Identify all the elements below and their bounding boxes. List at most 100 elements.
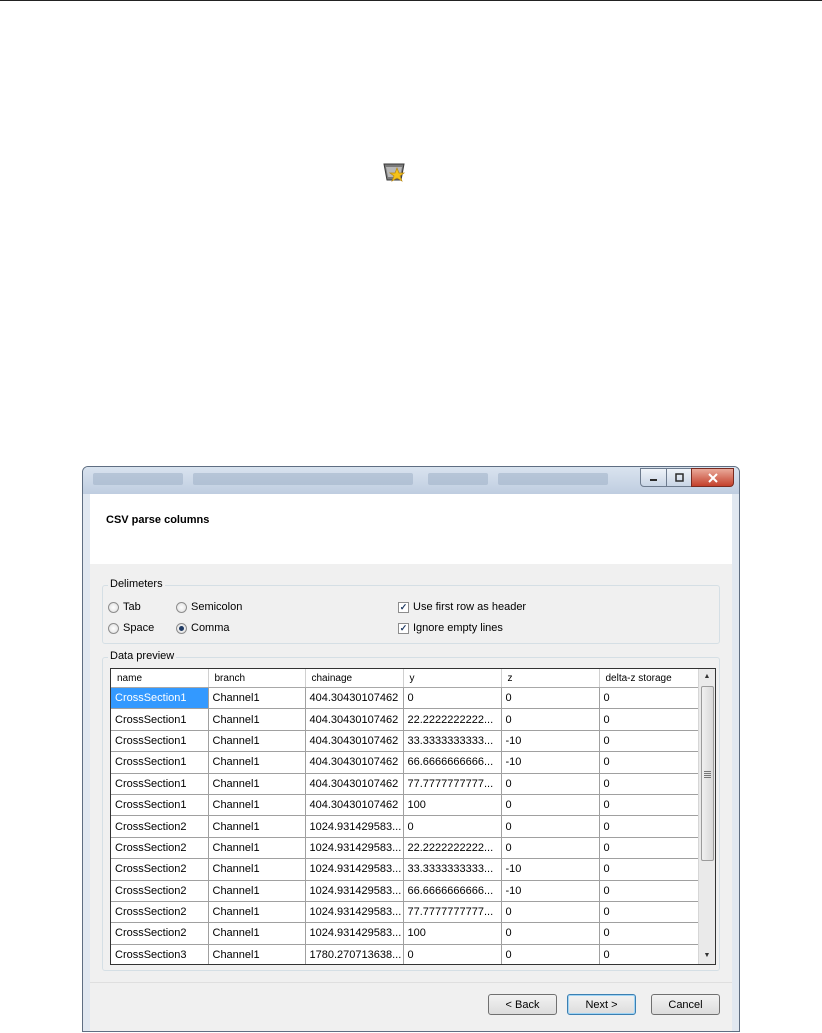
table-cell[interactable]: 0 [501,773,600,795]
table-row[interactable]: CrossSection1 Channel1 404.30430107462 100 0… [111,794,700,817]
table-cell[interactable]: 0 [403,815,502,838]
table-row[interactable]: CrossSection1 Channel1 404.30430107462 77.7… [111,773,700,795]
table-cell[interactable]: 0 [501,837,600,860]
ignore-empty-lines-checkbox[interactable]: ✓ Ignore empty lines [398,622,503,634]
tab-radio-dot[interactable] [108,601,119,613]
table-cell[interactable]: 66.6666666666... [403,751,502,774]
table-row[interactable]: CrossSection2 Channel1 1024.931429583... 33… [111,858,700,881]
column-header-chainage[interactable]: chainage [305,669,404,688]
table-cell[interactable]: 0 [403,687,502,710]
table-cell[interactable]: 0 [599,708,700,731]
table-cell[interactable]: 0 [599,901,700,924]
table-cell[interactable]: 1024.931429583... [305,880,404,902]
table-cell[interactable]: 0 [599,815,700,838]
space-radio[interactable]: Space [108,622,154,634]
column-header-delta-z-storage[interactable]: delta-z storage [599,669,700,688]
column-header-z[interactable]: z [501,669,600,688]
table-cell[interactable]: CrossSection2 [111,901,209,924]
cancel-button[interactable]: Cancel [651,994,720,1015]
table-cell[interactable]: CrossSection1 [111,730,209,753]
minimize-button[interactable] [640,468,667,487]
table-cell[interactable]: 33.3333333333... [403,858,502,881]
table-row[interactable]: CrossSection2 Channel1 1024.931429583... 66… [111,880,700,902]
table-cell[interactable]: 22.2222222222... [403,837,502,860]
table-cell[interactable]: 0 [599,773,700,795]
table-cell[interactable]: 404.30430107462 [305,773,404,795]
scroll-down-arrow-icon[interactable]: ▼ [699,948,715,964]
table-cell[interactable]: Channel1 [208,751,306,774]
table-cell[interactable]: 0 [599,880,700,902]
table-cell[interactable]: 1024.931429583... [305,858,404,881]
scrollbar-thumb[interactable] [701,686,714,861]
table-cell[interactable]: Channel1 [208,858,306,881]
table-cell[interactable]: Channel1 [208,708,306,731]
comma-radio[interactable]: Comma [176,622,230,634]
table-cell[interactable]: -10 [501,858,600,881]
table-cell[interactable]: 1024.931429583... [305,922,404,945]
close-window-button[interactable] [691,468,734,487]
table-cell[interactable]: 1780.270713638... [305,944,404,964]
table-cell[interactable]: CrossSection1 [111,687,209,710]
table-row[interactable]: CrossSection1 Channel1 404.30430107462 0 0 0 [111,687,700,710]
table-row[interactable]: CrossSection3 Channel1 1780.270713638... 0 0… [111,944,700,964]
table-cell[interactable]: CrossSection1 [111,794,209,817]
maximize-button[interactable] [666,468,692,487]
table-cell[interactable]: 1024.931429583... [305,837,404,860]
next-button[interactable]: Next > [567,994,636,1015]
table-cell[interactable]: 0 [599,687,700,710]
table-cell[interactable]: CrossSection2 [111,858,209,881]
space-radio-dot[interactable] [108,622,119,634]
table-cell[interactable]: 0 [501,815,600,838]
table-cell[interactable]: 0 [501,687,600,710]
table-row[interactable]: CrossSection2 Channel1 1024.931429583... 10… [111,922,700,945]
column-header-y[interactable]: y [403,669,502,688]
table-cell[interactable]: 0 [403,944,502,964]
table-cell[interactable]: CrossSection2 [111,837,209,860]
table-cell[interactable]: 0 [599,794,700,817]
table-row[interactable]: CrossSection1 Channel1 404.30430107462 33.3… [111,730,700,753]
table-cell[interactable]: 404.30430107462 [305,687,404,710]
table-cell[interactable]: 66.6666666666... [403,880,502,902]
table-cell[interactable]: Channel1 [208,687,306,710]
table-cell[interactable]: Channel1 [208,880,306,902]
semicolon-radio[interactable]: Semicolon [176,601,242,613]
checkmark-icon[interactable]: ✓ [398,622,409,634]
table-cell[interactable]: -10 [501,751,600,774]
table-row[interactable]: CrossSection2 Channel1 1024.931429583... 0 0… [111,815,700,838]
table-cell[interactable]: -10 [501,730,600,753]
table-cell[interactable]: CrossSection1 [111,708,209,731]
table-cell[interactable]: 404.30430107462 [305,730,404,753]
table-cell[interactable]: 0 [501,944,600,964]
table-cell[interactable]: 0 [501,901,600,924]
table-cell[interactable]: Channel1 [208,944,306,964]
checkmark-icon[interactable]: ✓ [398,601,409,613]
comma-radio-dot[interactable] [176,622,187,634]
back-button[interactable]: < Back [488,994,557,1015]
table-cell[interactable]: Channel1 [208,901,306,924]
table-cell[interactable]: CrossSection2 [111,815,209,838]
use-first-row-header-checkbox[interactable]: ✓ Use first row as header [398,601,526,613]
table-cell[interactable]: 404.30430107462 [305,751,404,774]
table-cell[interactable]: 22.2222222222... [403,708,502,731]
table-cell[interactable]: 0 [599,730,700,753]
table-cell[interactable]: 0 [599,944,700,964]
table-cell[interactable]: 100 [403,922,502,945]
table-cell[interactable]: CrossSection1 [111,751,209,774]
table-cell[interactable]: 100 [403,794,502,817]
table-cell[interactable]: 404.30430107462 [305,708,404,731]
scroll-up-arrow-icon[interactable]: ▲ [699,669,715,685]
table-cell[interactable]: Channel1 [208,815,306,838]
column-header-name[interactable]: name [111,669,209,688]
table-cell[interactable]: 0 [501,794,600,817]
table-cell[interactable]: 404.30430107462 [305,794,404,817]
table-cell[interactable]: Channel1 [208,922,306,945]
table-row[interactable]: CrossSection1 Channel1 404.30430107462 66.6… [111,751,700,774]
table-cell[interactable]: -10 [501,880,600,902]
vertical-scrollbar[interactable]: ▲ ▼ [698,669,715,964]
table-cell[interactable]: 77.7777777777... [403,901,502,924]
table-cell[interactable]: CrossSection1 [111,773,209,795]
table-row[interactable]: CrossSection2 Channel1 1024.931429583... 22… [111,837,700,860]
table-cell[interactable]: CrossSection2 [111,922,209,945]
semicolon-radio-dot[interactable] [176,601,187,613]
table-cell[interactable]: CrossSection3 [111,944,209,964]
